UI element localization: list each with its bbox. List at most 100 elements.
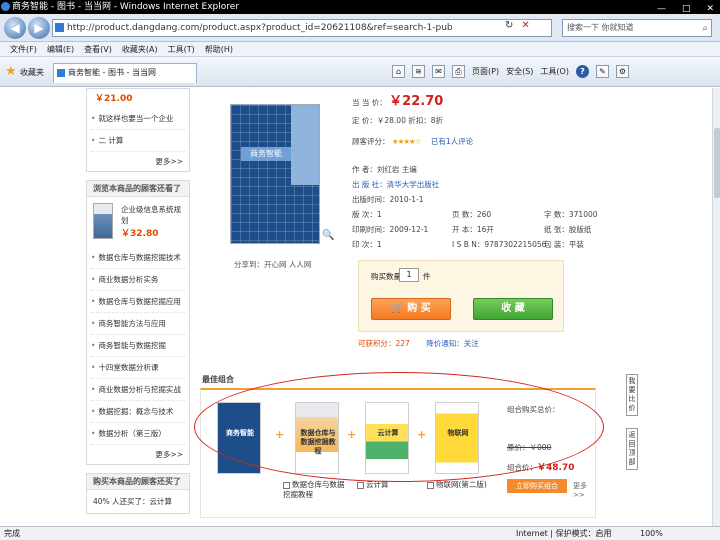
favorites-star-icon[interactable]: ★ (5, 64, 17, 79)
bundle-more-link[interactable]: 更多>> (573, 481, 597, 499)
ie-icon (1, 2, 10, 11)
browser-tab[interactable]: 商务智能 - 图书 - 当当网 (53, 63, 197, 83)
research-icon[interactable]: ✎ (595, 65, 609, 78)
meta-author: 作 者：刘红岩 主编 (352, 165, 417, 174)
search-icon[interactable]: ⌕ (702, 21, 708, 37)
feeds-icon[interactable]: ≋ (412, 65, 425, 78)
menu-view[interactable]: 查看(V) (84, 42, 112, 56)
review-link[interactable]: 已有1人评论 (431, 137, 473, 146)
plus-icon: + (347, 428, 357, 441)
menu-help[interactable]: 帮助(H) (205, 42, 233, 56)
product-thumbnail[interactable] (93, 203, 113, 239)
compare-tab[interactable]: 我要比价 (626, 374, 638, 416)
meta-words: 字 数：371000 (544, 210, 598, 219)
sidebar-box-also-viewed: 浏览本商品的顾客还看了 企业级信息系统规划 ￥32.80 数据仓库与数据挖掘技术… (86, 180, 190, 465)
zoom-icon[interactable]: 🔍 (322, 230, 334, 241)
cover-title: 商务智能 (241, 147, 291, 161)
meta-format: 开 本：16开 (452, 225, 494, 234)
market-price: 定 价：￥28.00 折扣：8折 (352, 116, 444, 125)
rating-row: 顾客评分： ★★★★☆ 已有1人评论 (352, 136, 473, 147)
url-tools: ↻ ✕ (505, 20, 530, 31)
scrollbar-thumb[interactable] (714, 128, 720, 198)
list-item[interactable]: 商务智能方法与应用 (91, 313, 185, 335)
vertical-scrollbar[interactable] (712, 88, 720, 526)
tab-title: 商务智能 - 图书 - 当当网 (68, 68, 156, 77)
forward-button[interactable]: ▶ (28, 17, 50, 39)
bundle-price: 组合价：￥48.70 (507, 463, 575, 473)
plus-icon: + (275, 428, 285, 441)
back-to-top-tab[interactable]: 返回顶部 (626, 428, 638, 470)
bundle-checkbox[interactable]: 数据仓库与数据挖掘教程 (283, 480, 347, 500)
meta-edition: 版 次：1 (352, 210, 382, 219)
tools-menu[interactable]: 工具(O) (540, 66, 569, 77)
meta-isbn: I S B N：9787302215056 (452, 240, 547, 249)
bundle-item-cover[interactable]: 云计算 (365, 402, 409, 474)
bundle-item-cover[interactable]: 物联网 (435, 402, 479, 474)
points-row: 可获积分：227 降价通知：关注 (358, 338, 479, 349)
favorites-bar: ★ 收藏夹 商务智能 - 图书 - 当当网 ⌂ ≋ ✉ ⎙ 页面(P) 安全(S… (0, 57, 720, 87)
home-icon[interactable]: ⌂ (392, 65, 405, 78)
favorite-button[interactable]: 收 藏 (473, 298, 553, 320)
favorites-label[interactable]: 收藏夹 (20, 67, 44, 78)
meta-publisher[interactable]: 出 版 社：清华大学出版社 (352, 179, 439, 190)
more-link[interactable]: 更多>> (87, 154, 189, 171)
mail-icon[interactable]: ✉ (432, 65, 445, 78)
stop-button[interactable]: ✕ (521, 20, 529, 31)
share-links[interactable]: 分享到：开心网 人人网 (234, 259, 311, 270)
buy-button[interactable]: 🛒 购 买 (371, 298, 451, 320)
list-item[interactable]: 十四堂数据分析课 (91, 357, 185, 379)
bundle-checkbox[interactable]: 物联网(第二版) (427, 480, 491, 490)
url-input[interactable]: http://product.dangdang.com/product.aspx… (52, 19, 552, 37)
bundle-buy-button[interactable]: 立即购买组合 (507, 479, 567, 493)
zoom-level[interactable]: 100% (640, 527, 663, 540)
list-item[interactable]: 二 计算 (91, 130, 185, 152)
bundle-item-cover[interactable]: 商务智能 (217, 402, 261, 474)
refresh-button[interactable]: ↻ (505, 20, 513, 31)
menu-file[interactable]: 文件(F) (10, 42, 37, 56)
meta-binding: 包 装：平装 (544, 240, 584, 249)
also-bought-item[interactable]: 40% 人还买了：云计算 (87, 490, 189, 513)
addon-icon[interactable]: ⚙ (615, 65, 629, 78)
back-button[interactable]: ◀ (4, 17, 26, 39)
bundle-original-price: 原价：￥000 (507, 443, 552, 452)
rating-stars-icon: ★★★★☆ (391, 137, 422, 146)
price-alert-link[interactable]: 降价通知：关注 (426, 339, 479, 348)
more-link[interactable]: 更多>> (87, 447, 189, 464)
quantity-input[interactable]: 1 (399, 268, 419, 282)
product-title[interactable]: 企业级信息系统规划 (121, 204, 183, 226)
help-icon[interactable]: ? (575, 65, 589, 78)
page-menu[interactable]: 页面(P) (472, 66, 499, 77)
list-item[interactable]: 商务智能与数据挖掘 (91, 335, 185, 357)
list-item[interactable]: 数据仓库与数据挖掘技术 (91, 247, 185, 269)
search-placeholder: 搜索一下 你就知道 (567, 23, 634, 32)
print-icon[interactable]: ⎙ (452, 65, 465, 78)
menu-edit[interactable]: 编辑(E) (47, 42, 74, 56)
menu-bar: 文件(F) 编辑(E) 查看(V) 收藏夹(A) 工具(T) 帮助(H) (0, 42, 720, 57)
address-bar: ◀ ▶ http://product.dangdang.com/product.… (0, 14, 720, 42)
search-input[interactable]: 搜索一下 你就知道 ⌕ (562, 19, 712, 37)
bundle-item-cover[interactable]: 数据仓库与数据挖掘教程 (295, 402, 339, 474)
sidebar-box-also-bought: 购买本商品的顾客还买了 40% 人还买了：云计算 (86, 473, 190, 514)
bundle-info-title: 组合购买总价： (507, 405, 560, 414)
page-viewport: ￥21.00 就这样也要当一个企业 二 计算 更多>> 浏览本商品的顾客还看了 … (0, 88, 712, 526)
safety-menu[interactable]: 安全(S) (506, 66, 533, 77)
window-titlebar: 商务智能 - 图书 - 当当网 - Windows Internet Explo… (0, 0, 720, 14)
list-item[interactable]: 就这样也要当一个企业 (91, 108, 185, 130)
product-cover-image[interactable]: 商务智能 (230, 104, 320, 244)
list-item[interactable]: 数据挖掘：概念与技术 (91, 401, 185, 423)
meta-paper: 纸 张：胶版纸 (544, 225, 592, 234)
price-label: 当 当 价： (352, 98, 387, 107)
product-price: ￥32.80 (121, 228, 159, 239)
box-title: 购买本商品的顾客还买了 (87, 474, 189, 490)
list-item[interactable]: 商业数据分析实务 (91, 269, 185, 291)
bundle-checkbox[interactable]: 云计算 (357, 480, 389, 490)
list-item[interactable]: 数据分析（第三版） (91, 423, 185, 445)
points-text: 可获积分：227 (358, 339, 410, 348)
menu-tools[interactable]: 工具(T) (168, 42, 195, 56)
list-item[interactable]: 数据仓库与数据挖掘应用 (91, 291, 185, 313)
box-title: 浏览本商品的顾客还看了 (87, 181, 189, 197)
menu-favorites[interactable]: 收藏夹(A) (122, 42, 158, 56)
status-text: 完成 (4, 529, 20, 538)
list-item[interactable]: 商业数据分析与挖掘实战 (91, 379, 185, 401)
sidebar-product[interactable]: 企业级信息系统规划 ￥32.80 (87, 197, 189, 245)
